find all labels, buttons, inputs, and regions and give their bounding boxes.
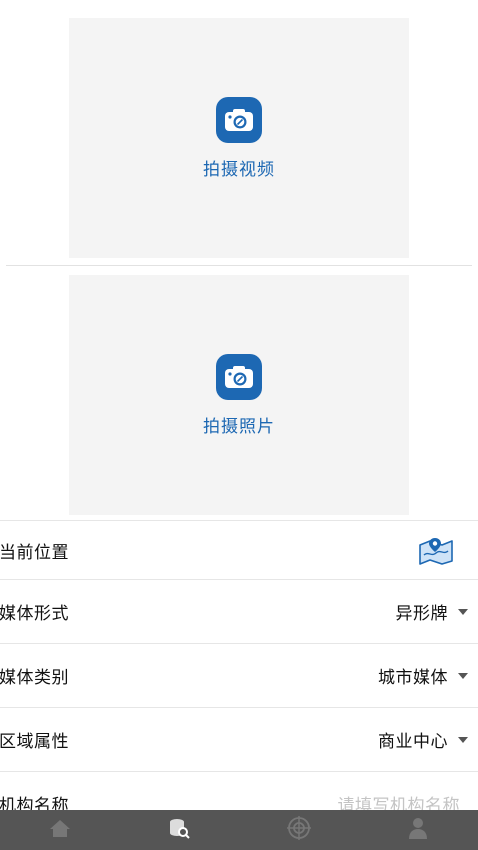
media-category-value: 城市媒体	[378, 668, 448, 688]
camera-icon	[216, 96, 262, 143]
video-capture-card[interactable]: 拍摄视频	[69, 18, 409, 258]
target-icon	[286, 816, 311, 844]
area-attribute-value: 商业中心	[378, 732, 448, 752]
media-form-value: 异形牌	[395, 604, 448, 624]
media-category-select[interactable]: 城市媒体	[378, 663, 468, 688]
media-form-label: 媒体形式	[0, 604, 69, 624]
map-location-icon[interactable]	[418, 535, 454, 565]
caret-down-icon	[458, 672, 468, 679]
media-form-row[interactable]: 媒体形式 异形牌	[0, 579, 478, 643]
area-attribute-select[interactable]: 商业中心	[378, 727, 468, 752]
database-search-icon	[168, 817, 190, 843]
caret-down-icon	[458, 736, 468, 743]
caret-down-icon	[458, 608, 468, 615]
media-category-label: 媒体类别	[0, 668, 69, 688]
media-category-row[interactable]: 媒体类别 城市媒体	[0, 643, 478, 707]
media-form-select[interactable]: 异形牌	[395, 599, 468, 624]
area-attribute-row[interactable]: 区域属性 商业中心	[0, 707, 478, 771]
tab-data[interactable]	[149, 810, 209, 850]
home-icon	[49, 818, 71, 842]
photo-capture-card[interactable]: 拍摄照片	[69, 275, 409, 515]
photo-capture-label: 拍摄照片	[203, 416, 275, 437]
area-attribute-label: 区域属性	[0, 732, 69, 752]
location-label: 当前位置	[0, 542, 69, 563]
tab-home[interactable]	[30, 810, 90, 850]
tab-profile[interactable]	[388, 810, 448, 850]
user-icon	[408, 817, 428, 843]
media-form: 当前位置 媒体形式 异形牌 媒体类别 城市媒体 区域属性 商业中心 机构名称 请…	[0, 520, 478, 835]
divider	[6, 265, 472, 266]
camera-icon	[216, 353, 262, 400]
bottom-tab-bar	[0, 810, 478, 850]
tab-target[interactable]	[269, 810, 329, 850]
location-row: 当前位置	[0, 520, 478, 579]
video-capture-label: 拍摄视频	[203, 159, 275, 180]
